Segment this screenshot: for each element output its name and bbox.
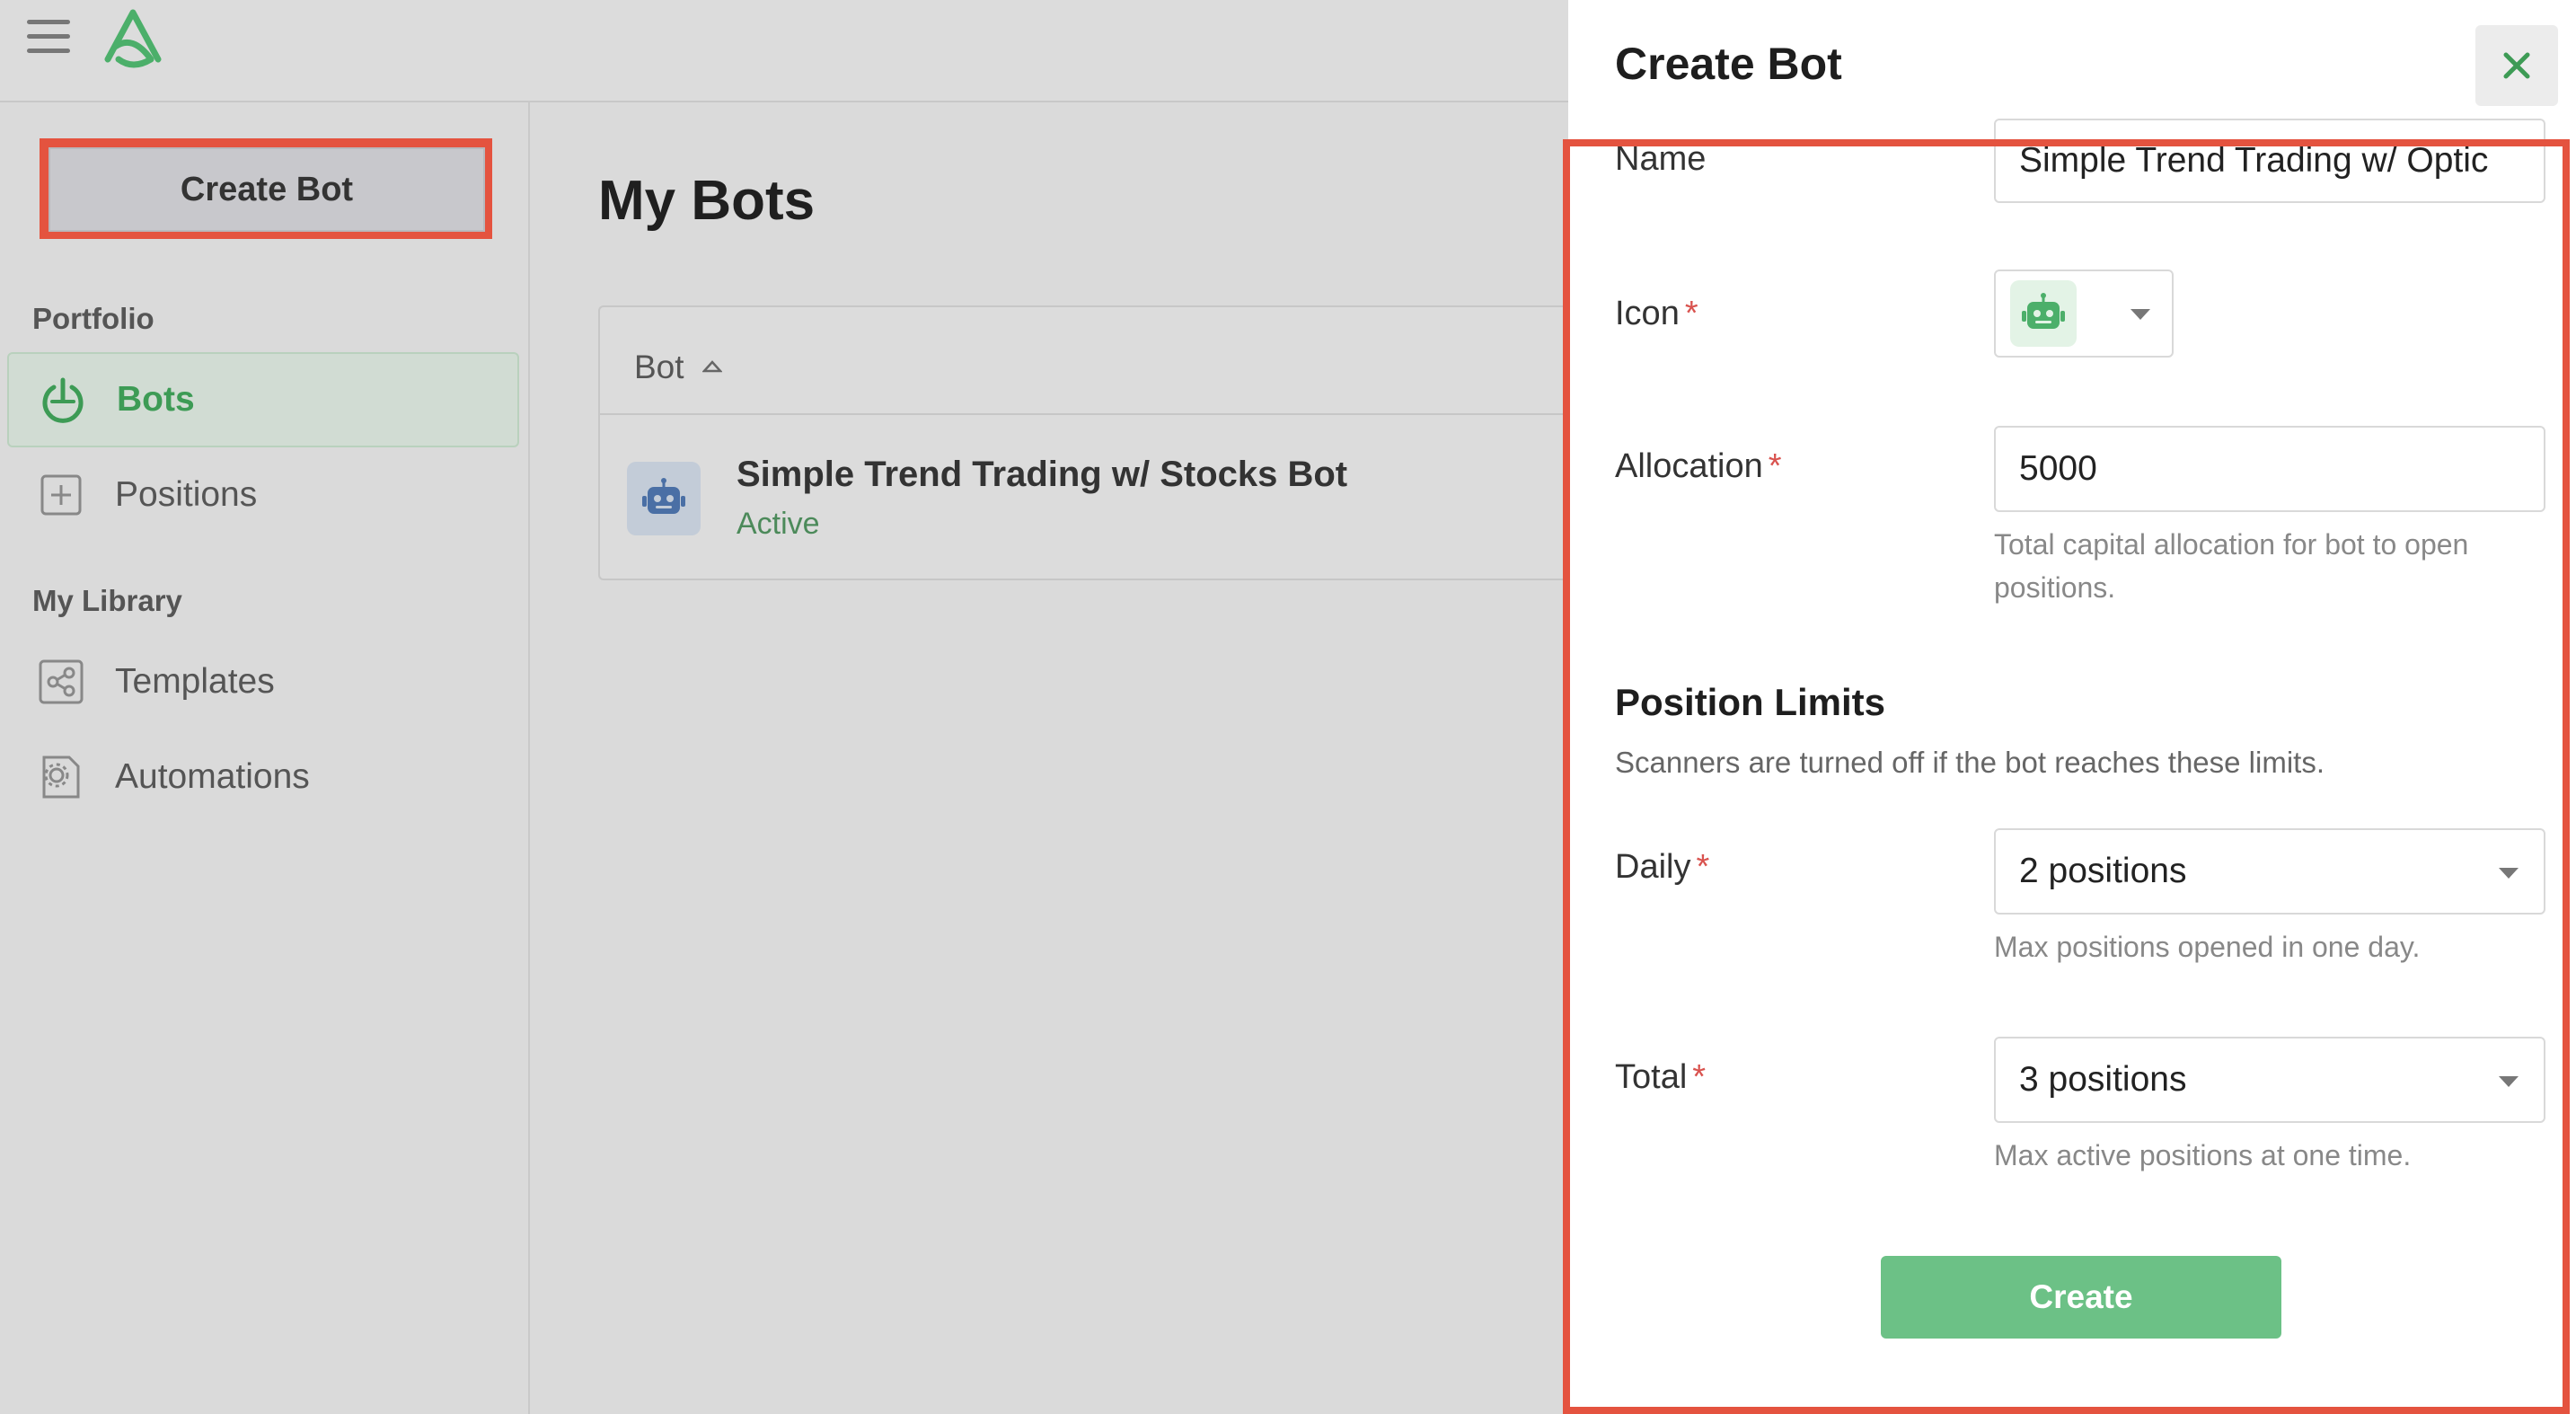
section-label-portfolio: Portfolio [32, 302, 154, 335]
sidebar-item-positions[interactable]: Positions [7, 447, 519, 543]
section-label-my-library: My Library [32, 584, 182, 617]
robot-icon [627, 462, 701, 535]
total-label: Total * [1615, 1058, 1707, 1096]
daily-select-value: 2 positions [2019, 852, 2187, 890]
sort-icon [701, 343, 723, 381]
allocation-input[interactable] [1994, 426, 2545, 512]
daily-label: Daily * [1615, 848, 1710, 886]
close-icon [2503, 52, 2530, 79]
create-button[interactable]: Create [1881, 1256, 2281, 1339]
chevron-down-icon [2499, 1076, 2519, 1087]
sidebar-item-automations[interactable]: Automations [7, 729, 519, 825]
icon-label: Icon * [1615, 295, 1698, 332]
top-bar [0, 0, 1568, 102]
allocation-label: Allocation * [1615, 447, 1782, 485]
sidebar-item-label: Templates [115, 662, 275, 701]
daily-select[interactable]: 2 positions [1994, 828, 2545, 915]
position-limits-title: Position Limits [1615, 681, 1886, 723]
share-icon [34, 655, 88, 709]
name-input[interactable] [1994, 119, 2545, 203]
column-header-bot[interactable]: Bot [634, 343, 723, 386]
create-bot-panel: Create Bot Name Icon* Allocat [1568, 0, 2576, 1414]
total-help: Max active positions at one time. [1994, 1139, 2412, 1171]
sidebar-item-bots[interactable]: Bots [7, 352, 519, 447]
page-title: My Bots [598, 170, 816, 232]
icon-picker[interactable] [1994, 270, 2174, 358]
robot-icon [2010, 280, 2077, 347]
total-select[interactable]: 3 positions [1994, 1037, 2545, 1123]
name-label: Name [1615, 140, 1707, 178]
create-bot-button[interactable]: Create Bot [49, 147, 485, 232]
chevron-down-icon [2130, 309, 2150, 320]
allocation-help: Total capital allocation for bot to open… [1994, 528, 2469, 604]
sidebar-item-label: Automations [115, 757, 310, 796]
power-icon [36, 373, 90, 427]
total-select-value: 3 positions [2019, 1060, 2187, 1099]
table-header: Bot [600, 307, 1577, 415]
daily-help: Max positions opened in one day. [1994, 931, 2421, 963]
chevron-down-icon [2499, 868, 2519, 879]
app-logo[interactable] [97, 7, 169, 70]
sidebar-item-label: Bots [117, 380, 195, 419]
gear-doc-icon [34, 750, 88, 804]
sidebar-item-label: Positions [115, 475, 258, 514]
close-button[interactable] [2475, 25, 2558, 106]
table-row[interactable]: Simple Trend Trading w/ Stocks Bot Activ… [600, 415, 1577, 580]
sidebar-item-templates[interactable]: Templates [7, 634, 519, 729]
position-limits-desc: Scanners are turned off if the bot reach… [1615, 746, 2325, 779]
status-badge: Active [737, 507, 820, 541]
plus-square-icon [34, 468, 88, 522]
bot-name: Simple Trend Trading w/ Stocks Bot [737, 455, 1348, 494]
panel-title: Create Bot [1615, 39, 1842, 89]
bots-table: Bot Simple Trend Trading w/ Stocks Bot A… [598, 305, 1577, 580]
hamburger-icon[interactable] [27, 20, 70, 59]
column-header-label: Bot [634, 349, 684, 385]
